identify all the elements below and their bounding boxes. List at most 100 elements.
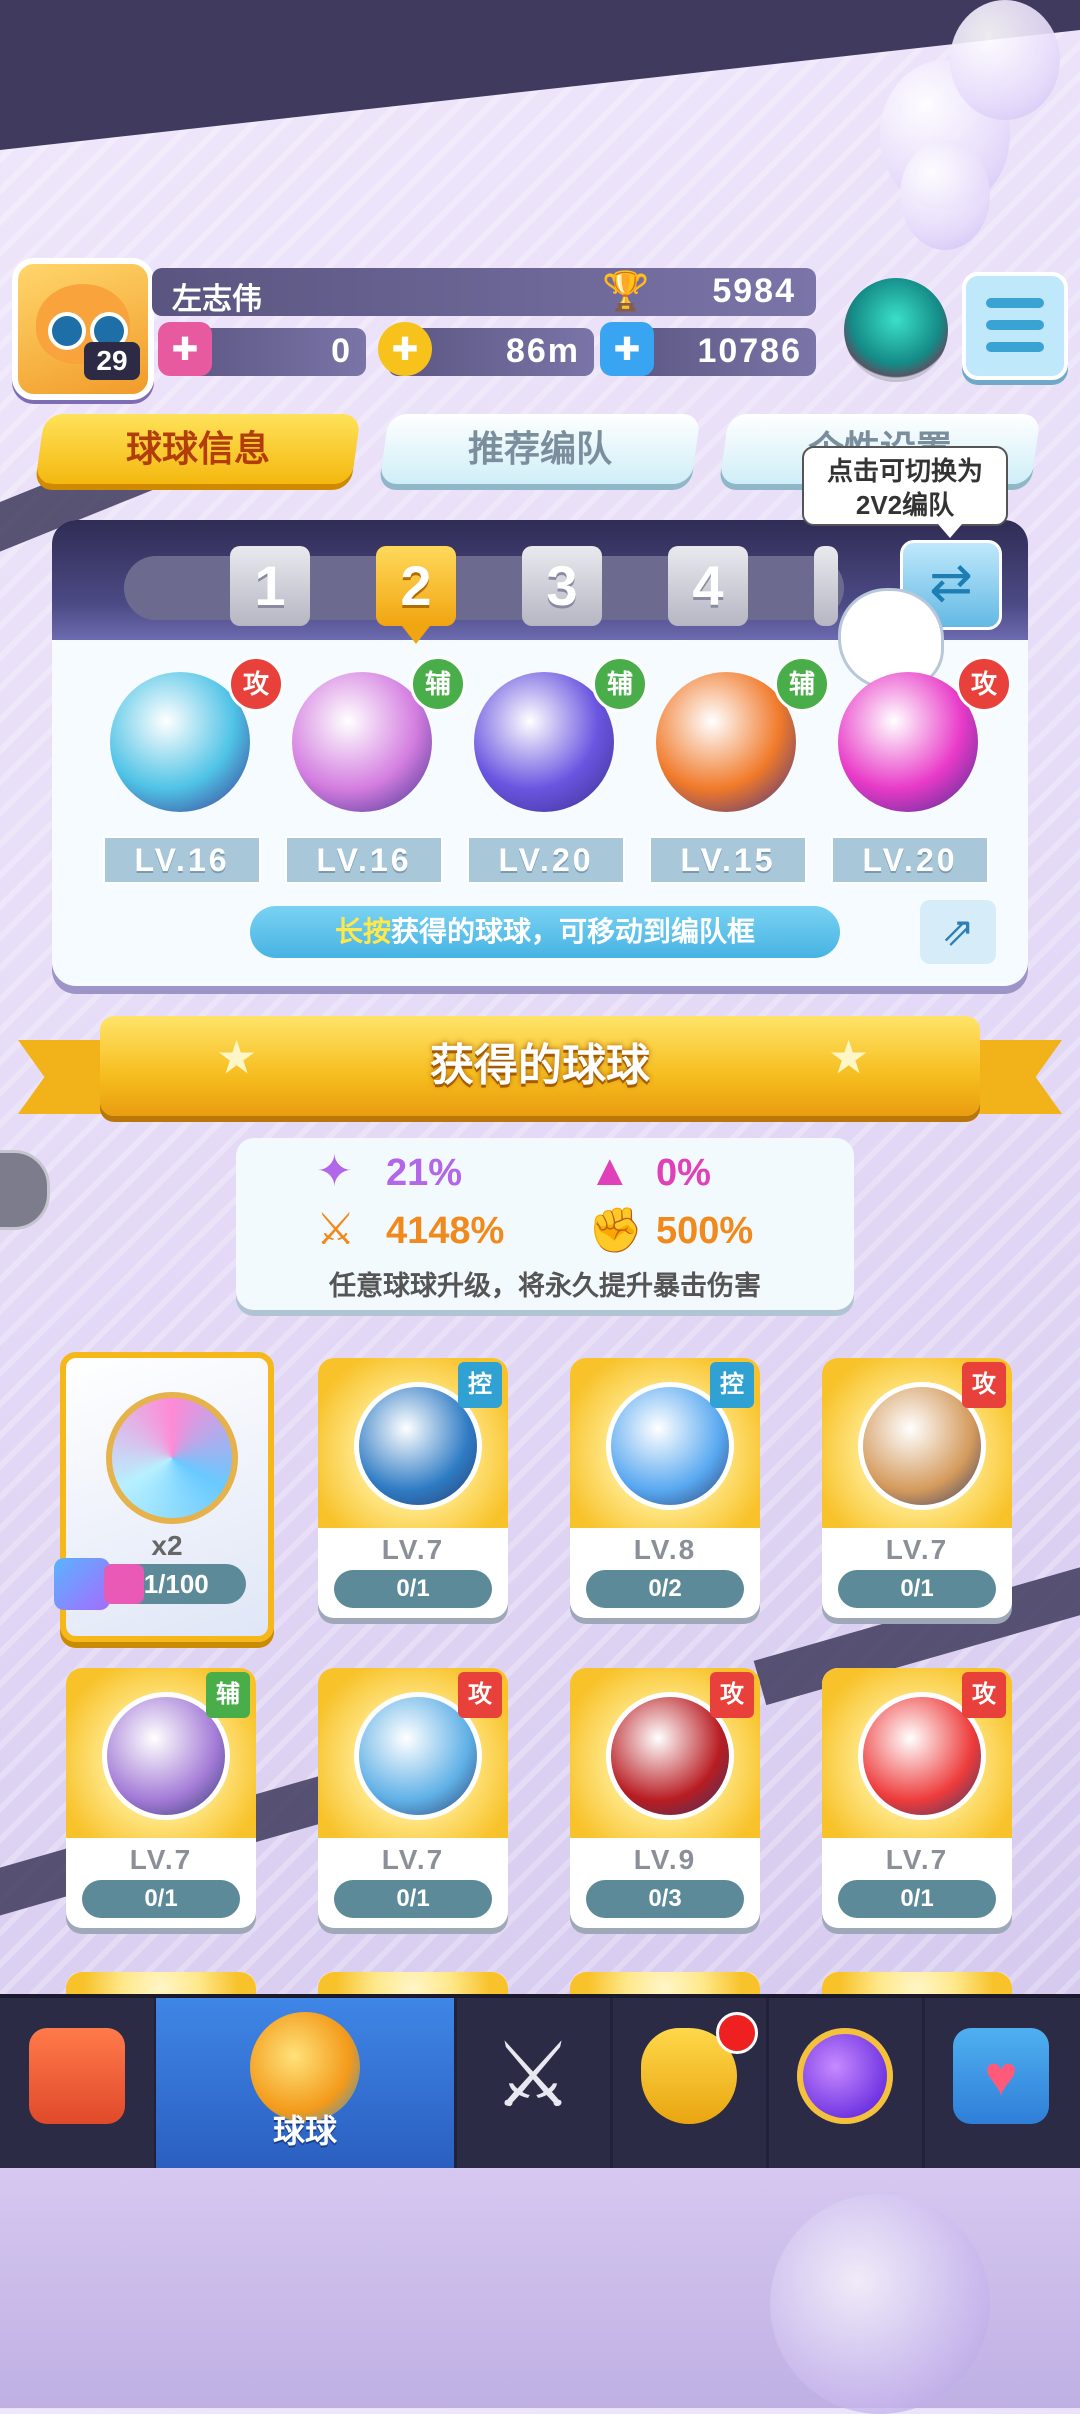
- fist-icon: ✊: [588, 1206, 643, 1255]
- role-tag: 控: [710, 1362, 754, 1408]
- long-press-hint: 长按获得的球球，可移动到编队框: [250, 906, 840, 958]
- sword-icon: ⚔: [316, 1205, 356, 1254]
- ball-card[interactable]: 攻 LV.7 0/1: [318, 1668, 508, 1928]
- bottom-decoration: [0, 2164, 1080, 2414]
- role-tag: 攻: [962, 1362, 1006, 1408]
- role-tag: 攻: [956, 656, 1012, 712]
- planet-icon: [797, 2028, 893, 2124]
- ball-progress: 0/1: [334, 1570, 492, 1608]
- nav-battle[interactable]: ⚔: [456, 1998, 613, 2168]
- nav-balls[interactable]: 球球: [156, 1998, 457, 2168]
- ball-card[interactable]: 控 LV.7 0/1: [318, 1358, 508, 1618]
- tab-label: 推荐编队: [467, 428, 612, 469]
- share-button[interactable]: ⇗: [920, 900, 996, 964]
- player-level: 29: [84, 342, 140, 380]
- bottom-nav: 球球 ⚔ ♥: [0, 1994, 1080, 2168]
- trophy-count: 5984: [712, 272, 796, 310]
- avatar-eye: [48, 312, 86, 350]
- role-tag: 攻: [228, 656, 284, 712]
- ball-progress: 0/1: [838, 1880, 996, 1918]
- puzzle-piece-icon: [54, 1558, 110, 1610]
- ball-card[interactable]: 辅 LV.7 0/1: [66, 1668, 256, 1928]
- role-tag: 攻: [710, 1672, 754, 1718]
- special-ball-icon: [106, 1392, 238, 1524]
- coin-bar[interactable]: ✚ 86m: [378, 322, 594, 376]
- nav-whistle[interactable]: [612, 1998, 769, 2168]
- ball-card[interactable]: 攻 LV.9 0/3: [570, 1668, 760, 1928]
- team-slot-4[interactable]: 4: [668, 546, 748, 626]
- role-tag: 辅: [410, 656, 466, 712]
- arrow-up-icon: ▲: [588, 1146, 632, 1195]
- menu-icon: [986, 342, 1044, 352]
- ball-level: LV.7: [885, 1844, 949, 1875]
- fragment-icon: [104, 1564, 144, 1604]
- ball-level: LV.7: [129, 1844, 193, 1875]
- tab-recommended-team[interactable]: 推荐编队: [379, 414, 701, 484]
- ball-progress: 0/1: [82, 1880, 240, 1918]
- tooltip-line: 2V2编队: [855, 490, 955, 520]
- stats-note: 任意球球升级，将永久提升暴击伤害: [329, 1271, 761, 1301]
- ball-level: LV.8: [633, 1534, 697, 1565]
- tab-label: 球球信息: [125, 428, 270, 469]
- ball-card[interactable]: 攻 LV.7 0/1: [822, 1358, 1012, 1618]
- role-tag: 辅: [774, 656, 830, 712]
- tab-ball-info[interactable]: 球球信息: [35, 414, 361, 484]
- trophy-icon: 🏆: [602, 271, 650, 313]
- role-tag: 攻: [962, 1672, 1006, 1718]
- hint-highlight: 长按: [334, 916, 391, 947]
- player-info-bar: 左志伟 🏆 5984: [152, 268, 816, 316]
- team-slot-2[interactable]: 2: [376, 546, 456, 644]
- crit-rate-icon: ✦: [316, 1147, 353, 1196]
- rank-badge-icon[interactable]: [844, 278, 948, 382]
- ball-level: LV.9: [633, 1844, 697, 1875]
- player-name: 左志伟: [172, 283, 262, 316]
- switch-2v2-tooltip: 点击可切换为 2V2编队: [802, 446, 1008, 538]
- stat-crit-rate: 21%: [386, 1152, 463, 1194]
- coin-count: 86m: [505, 332, 580, 370]
- nav-shop[interactable]: [0, 1998, 157, 2168]
- balloon-decoration: [950, 0, 1060, 120]
- role-tag: 攻: [458, 1672, 502, 1718]
- stat-bonus: 0%: [656, 1152, 711, 1194]
- voucher-add-icon[interactable]: ✚: [158, 322, 212, 376]
- coin-add-icon[interactable]: ✚: [378, 322, 432, 376]
- damage-stats-panel: ✦ 21% ▲ 0% ⚔ 4148% ✊ 500% 任意球球升级，将永久提升暴击…: [236, 1138, 854, 1310]
- diamond-bar[interactable]: ✚ 10786: [600, 322, 816, 376]
- stat-damage: 500%: [656, 1210, 754, 1252]
- ball-level: LV.7: [381, 1844, 445, 1875]
- ball-card[interactable]: 攻 LV.7 0/1: [822, 1668, 1012, 1928]
- ball-level: LV.7: [381, 1534, 445, 1565]
- team-ball-level: LV.20: [831, 836, 989, 884]
- team-slot-partial[interactable]: [814, 546, 838, 626]
- stat-crit-damage: 4148%: [386, 1210, 505, 1252]
- nav-social[interactable]: ♥: [924, 1998, 1078, 2168]
- role-tag: 辅: [592, 656, 648, 712]
- planet-decoration: [770, 2194, 990, 2414]
- special-ball-card[interactable]: x2 31/100: [54, 1352, 274, 1642]
- menu-icon: [986, 320, 1044, 330]
- role-tag: 辅: [206, 1672, 250, 1718]
- diamond-add-icon[interactable]: ✚: [600, 322, 654, 376]
- ball-progress: 0/2: [586, 1570, 744, 1608]
- nav-planet[interactable]: [768, 1998, 925, 2168]
- star-icon: ★: [216, 1031, 258, 1083]
- crossed-swords-icon: ⚔: [492, 2026, 574, 2126]
- team-ball-level: LV.15: [649, 836, 807, 884]
- team-slot-3[interactable]: 3: [522, 546, 602, 626]
- role-tag: 控: [458, 1362, 502, 1408]
- diamond-count: 10786: [697, 332, 802, 370]
- ball-progress: 0/1: [334, 1880, 492, 1918]
- tooltip-line: 点击可切换为: [826, 456, 983, 486]
- notification-dot: [716, 2012, 758, 2054]
- star-icon: ★: [828, 1031, 870, 1083]
- ball-card[interactable]: 控 LV.8 0/2: [570, 1358, 760, 1618]
- menu-button[interactable]: [962, 272, 1068, 380]
- menu-icon: [986, 298, 1044, 308]
- voucher-bar[interactable]: ✚ 0: [158, 322, 366, 376]
- voucher-count: 0: [331, 332, 352, 370]
- team-ball-level: LV.16: [103, 836, 261, 884]
- team-slot-1[interactable]: 1: [230, 546, 310, 626]
- ball-progress: 0/1: [838, 1570, 996, 1608]
- team-ball-level: LV.20: [467, 836, 625, 884]
- nav-label-balls: 球球: [272, 2113, 337, 2149]
